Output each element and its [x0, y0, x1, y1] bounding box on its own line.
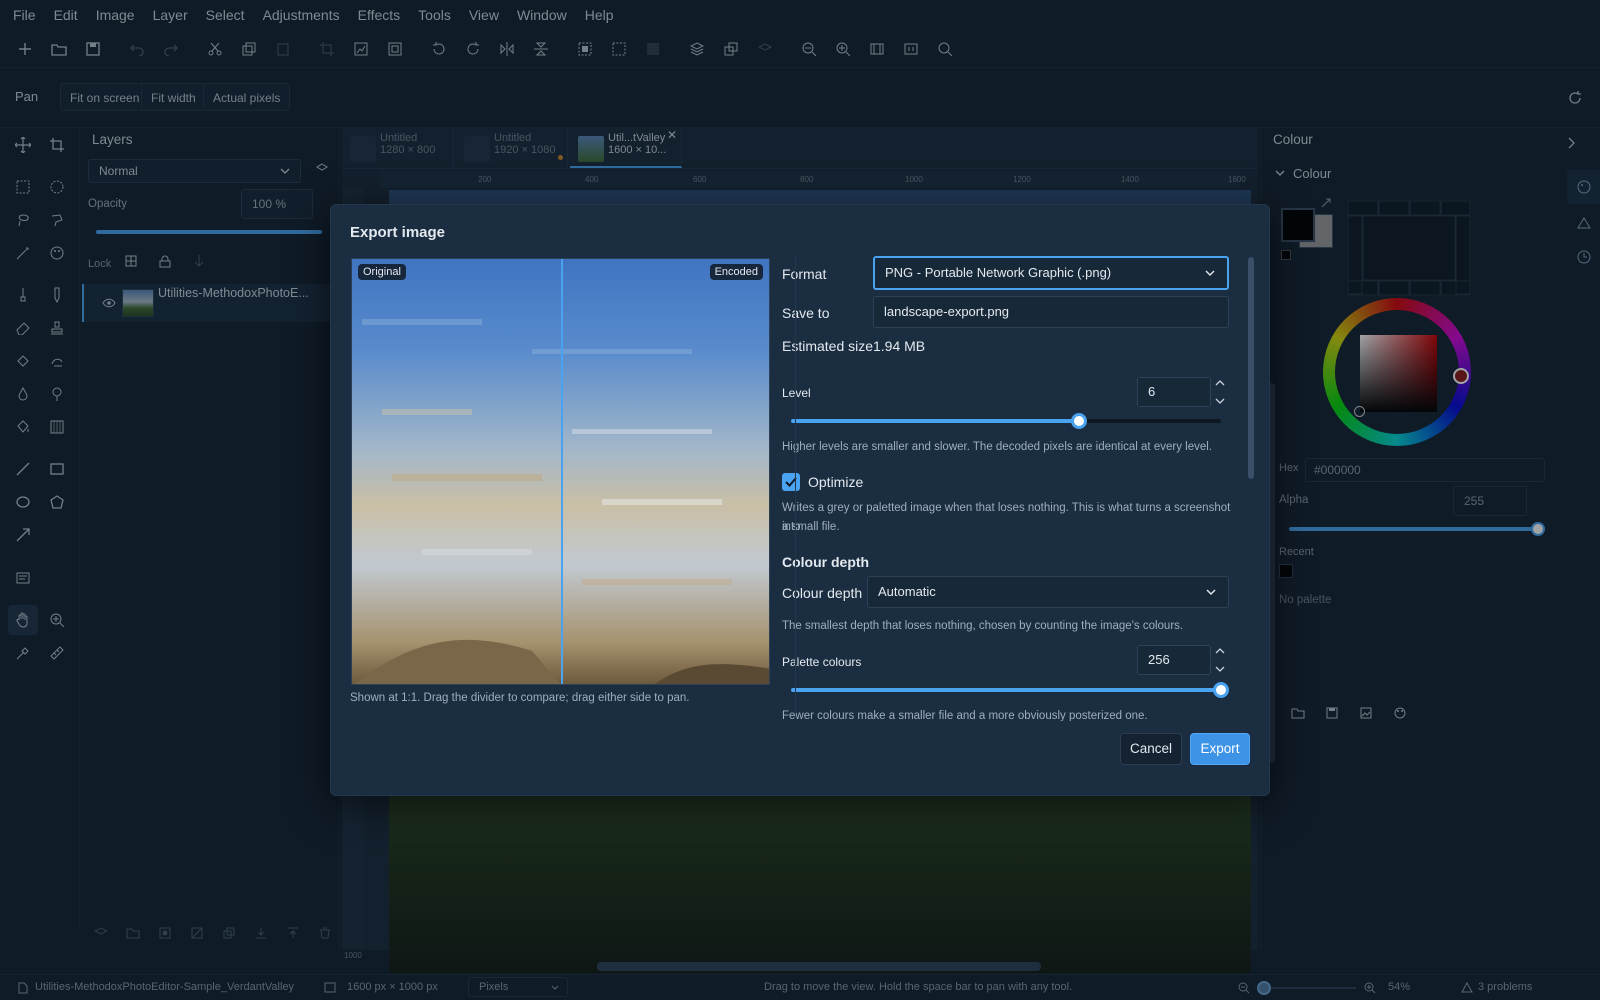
format-select[interactable]: PNG - Portable Network Graphic (.png): [873, 256, 1229, 290]
encoded-label: Encoded: [709, 264, 763, 280]
colour-depth-select[interactable]: Automatic: [867, 576, 1229, 608]
export-preview[interactable]: Original Encoded: [351, 258, 770, 685]
settings-divider: [795, 257, 796, 719]
level-slider[interactable]: [791, 413, 1221, 429]
chevron-down-icon: [1205, 270, 1215, 276]
format-label: Format: [782, 266, 827, 282]
level-label: Level: [782, 386, 811, 400]
compare-divider[interactable]: [561, 259, 563, 684]
settings-scrollbar[interactable]: [1248, 257, 1254, 719]
dialog-title: Export image: [350, 224, 446, 241]
palette-stepper[interactable]: [1215, 646, 1225, 674]
chevron-down-icon: [1206, 589, 1216, 595]
export-settings: Format PNG - Portable Network Graphic (.…: [771, 251, 1246, 721]
optimize-help: Writes a grey or paletted image when tha…: [782, 502, 1231, 533]
level-stepper[interactable]: [1215, 378, 1225, 406]
optimize-label[interactable]: Optimize: [808, 474, 863, 490]
palette-help: Fewer colours make a smaller file and a …: [782, 710, 1148, 721]
preview-caption: Shown at 1:1. Drag the divider to compar…: [350, 692, 690, 704]
export-dialog: Export image Original Encoded Shown at 1…: [330, 204, 1270, 796]
save-to-label: Save to: [782, 305, 830, 321]
save-to-input[interactable]: landscape-export.png: [873, 296, 1229, 328]
cancel-button[interactable]: Cancel: [1120, 733, 1182, 765]
palette-colours-input[interactable]: 256: [1137, 645, 1211, 675]
optimize-checkbox[interactable]: [782, 473, 800, 491]
palette-colours-label: Palette colours: [782, 655, 862, 669]
format-value: PNG - Portable Network Graphic (.png): [885, 265, 1112, 280]
level-input[interactable]: 6: [1137, 377, 1211, 407]
estimated-size-value: 1.94 MB: [873, 338, 926, 354]
colour-depth-value: Automatic: [878, 584, 936, 599]
optimize-help-continued: a small file.: [782, 521, 840, 533]
level-help: Higher levels are smaller and slower. Th…: [782, 441, 1212, 453]
original-label: Original: [358, 264, 406, 280]
palette-colours-slider[interactable]: [791, 682, 1229, 698]
export-button[interactable]: Export: [1190, 733, 1250, 765]
colour-depth-help: The smallest depth that loses nothing, c…: [782, 620, 1184, 632]
